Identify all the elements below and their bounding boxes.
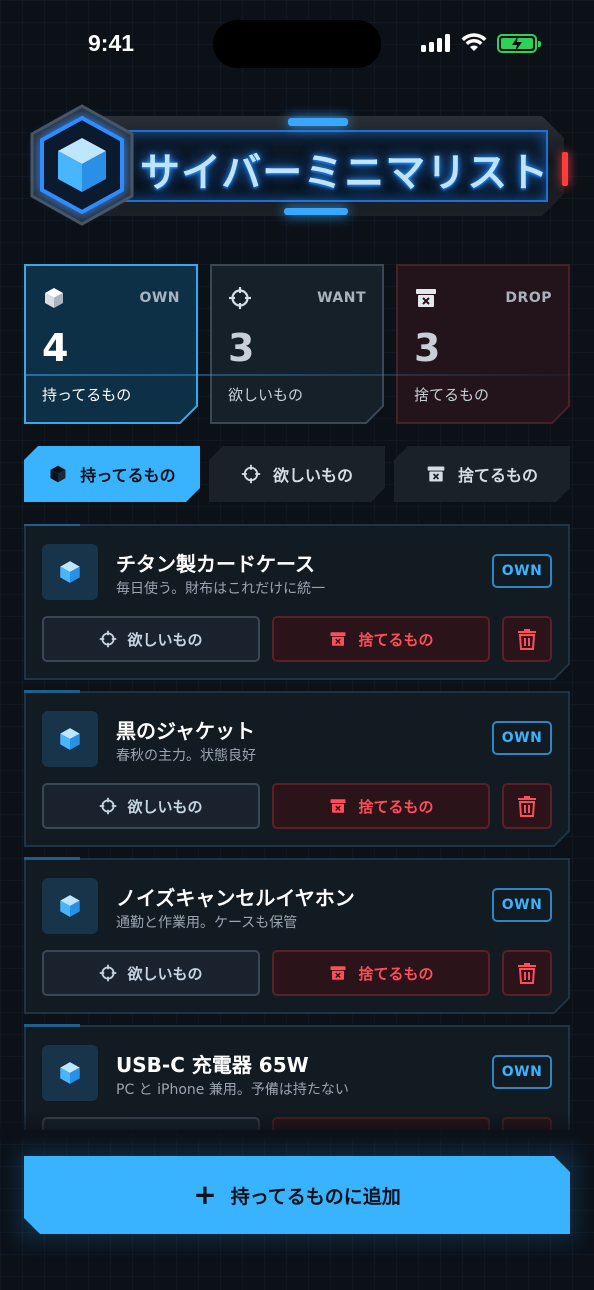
tab-label: 欲しいもの bbox=[272, 466, 353, 485]
stat-label: 持ってるもの bbox=[42, 386, 132, 404]
stat-card-own[interactable]: OWN 4 持ってるもの bbox=[24, 264, 198, 424]
discard-box-icon bbox=[330, 966, 346, 980]
item-name: USB-C 充電器 65W bbox=[116, 1053, 309, 1077]
crosshair-icon bbox=[229, 287, 251, 309]
item-name: チタン製カードケース bbox=[116, 552, 315, 576]
item-name: ノイズキャンセルイヤホン bbox=[116, 886, 355, 910]
list-fade bbox=[0, 1110, 594, 1140]
stat-tag: DROP bbox=[505, 290, 552, 306]
app-title: サイバーミニマリスト bbox=[140, 150, 550, 196]
move-to-drop-button[interactable]: 捨てるもの bbox=[272, 783, 490, 829]
app-header-banner: サイバーミニマリスト bbox=[26, 104, 568, 226]
status-badge: OWN bbox=[492, 721, 552, 755]
stat-value: 4 bbox=[42, 326, 69, 370]
crosshair-icon bbox=[241, 464, 261, 484]
cube-logo-icon bbox=[30, 104, 134, 226]
discard-box-icon bbox=[427, 466, 445, 482]
stat-label: 欲しいもの bbox=[228, 386, 304, 404]
delete-button[interactable] bbox=[502, 950, 552, 996]
wifi-icon bbox=[461, 33, 487, 51]
button-label: 欲しいもの bbox=[127, 964, 203, 983]
dynamic-island bbox=[213, 20, 381, 68]
cube-icon bbox=[60, 561, 80, 583]
move-to-drop-button[interactable]: 捨てるもの bbox=[272, 950, 490, 996]
item-note: 春秋の主力。状態良好 bbox=[116, 748, 256, 764]
delete-button[interactable] bbox=[502, 616, 552, 662]
move-to-want-button[interactable]: 欲しいもの bbox=[42, 783, 260, 829]
item-note: PC と iPhone 兼用。予備は持たない bbox=[116, 1082, 349, 1098]
stat-card-drop[interactable]: DROP 3 捨てるもの bbox=[396, 264, 570, 424]
stat-card-want[interactable]: WANT 3 欲しいもの bbox=[210, 264, 384, 424]
trash-icon bbox=[518, 796, 536, 817]
button-label: 欲しいもの bbox=[127, 797, 203, 816]
item-icon bbox=[42, 711, 98, 767]
stat-value: 3 bbox=[414, 326, 441, 370]
discard-box-icon bbox=[330, 799, 346, 813]
trash-icon bbox=[518, 963, 536, 984]
tab-label: 持ってるもの bbox=[80, 466, 176, 485]
tab-want[interactable]: 欲しいもの bbox=[209, 446, 385, 502]
crosshair-icon bbox=[100, 630, 117, 648]
item-name: 黒のジャケット bbox=[116, 719, 255, 743]
discard-box-icon bbox=[416, 289, 436, 307]
button-label: 捨てるもの bbox=[358, 964, 434, 983]
cube-icon bbox=[60, 895, 80, 917]
crosshair-icon bbox=[100, 964, 117, 982]
item-card: 黒のジャケット 春秋の主力。状態良好 OWN 欲しいもの 捨てるもの bbox=[24, 690, 570, 847]
crosshair-icon bbox=[100, 797, 117, 815]
scan-line bbox=[26, 374, 570, 376]
move-to-drop-button[interactable]: 捨てるもの bbox=[272, 616, 490, 662]
item-card: チタン製カードケース 毎日使う。財布はこれだけに統一 OWN 欲しいもの 捨てる… bbox=[24, 524, 570, 680]
add-item-label: 持ってるものに追加 bbox=[230, 1185, 401, 1208]
battery-icon bbox=[497, 34, 541, 53]
button-label: 捨てるもの bbox=[358, 797, 434, 816]
cube-icon bbox=[45, 288, 63, 308]
item-note: 毎日使う。財布はこれだけに統一 bbox=[116, 581, 326, 597]
tab-own[interactable]: 持ってるもの bbox=[24, 446, 200, 502]
item-card: ノイズキャンセルイヤホン 通勤と作業用。ケースも保管 OWN 欲しいもの 捨てる… bbox=[24, 857, 570, 1014]
button-label: 捨てるもの bbox=[358, 630, 434, 649]
move-to-want-button[interactable]: 欲しいもの bbox=[42, 616, 260, 662]
item-note: 通勤と作業用。ケースも保管 bbox=[116, 915, 298, 931]
status-badge: OWN bbox=[492, 888, 552, 922]
tab-label: 捨てるもの bbox=[457, 466, 538, 485]
cube-icon bbox=[60, 1062, 80, 1084]
item-icon bbox=[42, 1045, 98, 1101]
move-to-want-button[interactable]: 欲しいもの bbox=[42, 950, 260, 996]
cube-icon bbox=[50, 465, 66, 483]
item-list[interactable]: チタン製カードケース 毎日使う。財布はこれだけに統一 OWN 欲しいもの 捨てる… bbox=[0, 524, 594, 1130]
item-icon bbox=[42, 544, 98, 600]
stat-label: 捨てるもの bbox=[414, 386, 490, 404]
add-item-button[interactable]: + 持ってるものに追加 bbox=[18, 1150, 576, 1240]
button-label: 欲しいもの bbox=[127, 630, 203, 649]
tab-drop[interactable]: 捨てるもの bbox=[394, 446, 570, 502]
delete-button[interactable] bbox=[502, 783, 552, 829]
signal-icon bbox=[421, 34, 453, 52]
stat-value: 3 bbox=[228, 326, 255, 370]
trash-icon bbox=[518, 629, 536, 650]
cube-icon bbox=[60, 728, 80, 750]
plus-icon: + bbox=[193, 1178, 217, 1211]
stat-tag: WANT bbox=[317, 290, 366, 306]
status-badge: OWN bbox=[492, 1055, 552, 1089]
status-time: 9:41 bbox=[88, 30, 135, 56]
stat-tag: OWN bbox=[139, 290, 180, 306]
status-badge: OWN bbox=[492, 554, 552, 588]
status-bar: 9:41 bbox=[0, 0, 594, 90]
discard-box-icon bbox=[330, 632, 346, 646]
item-icon bbox=[42, 878, 98, 934]
